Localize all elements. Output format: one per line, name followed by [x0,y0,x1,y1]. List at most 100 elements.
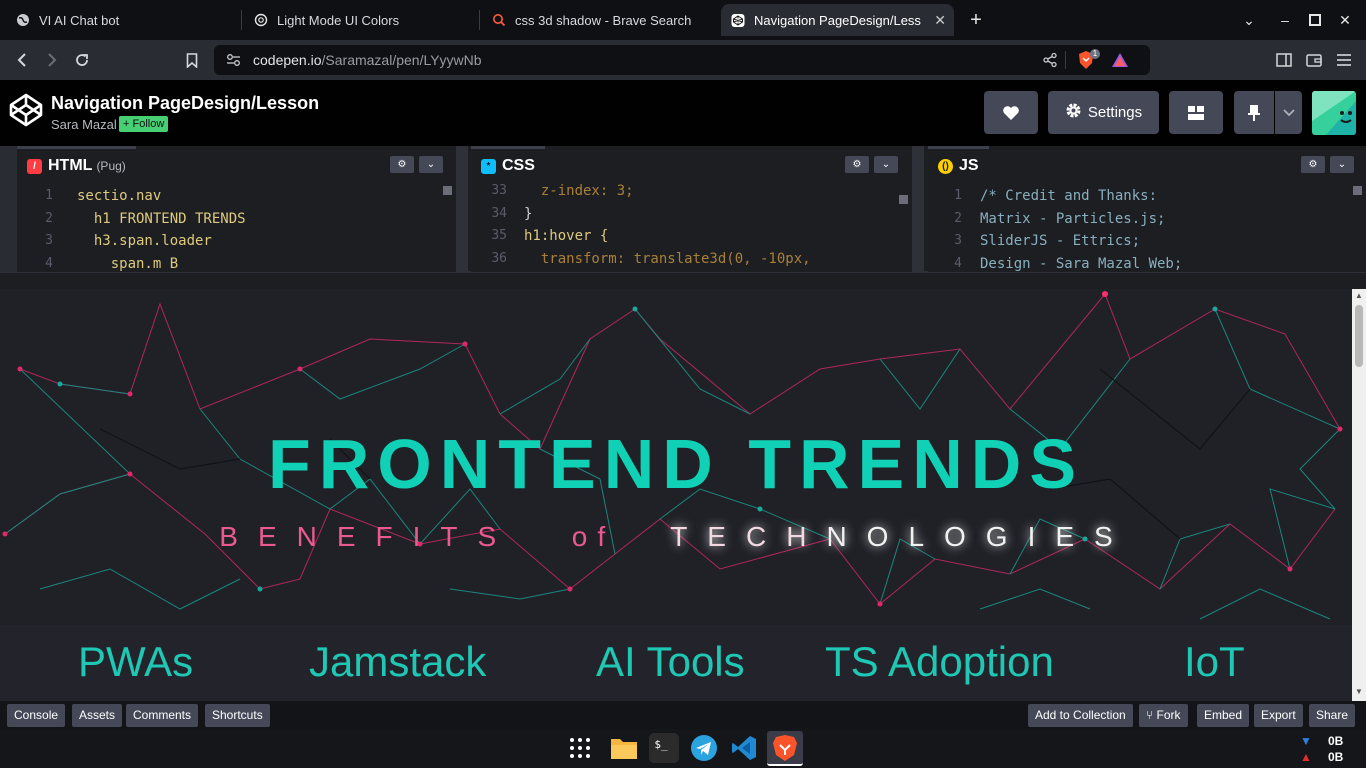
net-down-value: 0B [1328,734,1344,748]
brave-search-icon [492,13,506,27]
html-editor[interactable]: / HTML (Pug) ⚙ ⌄ 1 sectio.nav 2 h1 FRONTE… [17,146,456,272]
follow-button[interactable]: + Follow [119,116,169,132]
code-line: 4 span.m B [17,256,456,272]
browser-tab-4-active[interactable]: Navigation PageDesign/Less ✕ [721,4,954,36]
pen-author[interactable]: Sara Mazal [51,117,117,132]
code-line: 2 h1 FRONTEND TRENDS [17,211,456,233]
js-code[interactable]: 1 /* Credit and Thanks: 2 Matrix - Particl… [928,183,1366,272]
pin-dropdown-button[interactable] [1275,91,1302,134]
forward-icon[interactable] [41,49,63,71]
codepen-logo-icon[interactable] [8,92,44,128]
js-editor[interactable]: () JS ⚙ ⌄ 1 /* Credit and Thanks: 2 Matrix… [928,146,1366,272]
code-text: Design - Sara Mazal Web; [980,256,1183,272]
css-editor-tab[interactable]: * CSS [471,146,545,183]
reload-icon[interactable] [71,49,93,71]
code-line: 3 SliderJS - Ettrics; [928,233,1366,255]
close-tab-icon[interactable]: ✕ [934,12,946,29]
terminal-icon[interactable]: $_ [649,733,679,763]
share-icon[interactable] [1042,52,1058,73]
tab-title: Light Mode UI Colors [277,12,400,28]
share-button[interactable]: Share [1309,704,1356,727]
files-icon[interactable] [609,733,639,763]
scroll-up-icon[interactable]: ▲ [1355,291,1363,300]
nav-link-pwas[interactable]: PWAs [78,638,193,686]
css-settings-gear-icon[interactable]: ⚙ [845,156,869,173]
brave-rewards-icon[interactable] [1111,52,1129,73]
scroll-down-icon[interactable]: ▼ [1355,687,1363,696]
html-collapse-chevron-icon[interactable]: ⌄ [419,156,443,173]
code-text: /* Credit and Thanks: [980,188,1158,204]
code-text: Matrix - Particles.js; [980,211,1166,227]
line-number: 3 [45,233,53,248]
pen-title[interactable]: Navigation PageDesign/Lesson [51,93,319,114]
html-preprocessor-label: (Pug) [96,159,126,173]
css-collapse-chevron-icon[interactable]: ⌄ [874,156,898,173]
js-collapse-chevron-icon[interactable]: ⌄ [1330,156,1354,173]
tab-separator [241,10,242,30]
js-editor-tab[interactable]: () JS [928,146,989,183]
shortcuts-button[interactable]: Shortcuts [205,704,270,727]
html-scrollbar[interactable] [443,186,452,195]
html-code[interactable]: 1 sectio.nav 2 h1 FRONTEND TRENDS 3 h3.sp… [17,183,456,272]
embed-button[interactable]: Embed [1197,704,1250,727]
browser-tab-2[interactable]: Light Mode UI Colors [244,4,476,36]
code-text: sectio.nav [77,188,162,204]
close-window-icon[interactable]: ✕ [1334,9,1356,31]
preview-frame[interactable]: FRONTEND TRENDS BENEFITS of TECHNOLOGIES… [0,289,1352,701]
settings-button[interactable]: Settings [1048,91,1159,134]
user-avatar[interactable] [1312,91,1356,135]
nav-link-ai-tools[interactable]: AI Tools [596,638,745,686]
add-to-collection-button[interactable]: Add to Collection [1028,704,1133,727]
layout-button[interactable] [1169,91,1223,134]
comments-button[interactable]: Comments [126,704,199,727]
html-settings-gear-icon[interactable]: ⚙ [390,156,414,173]
net-up-value: 0B [1328,750,1344,764]
css-code[interactable]: 33 z-index: 3; 34} 35 h1:hover { 36 trans… [471,183,912,272]
minimize-icon[interactable]: – [1274,9,1296,31]
bookmark-icon[interactable] [181,49,203,71]
nav-link-jamstack[interactable]: Jamstack [309,638,486,686]
new-tab-icon[interactable]: + [965,9,987,31]
menu-icon[interactable] [1333,49,1355,71]
editor-resize-gutter[interactable] [912,146,924,272]
shields-count-badge: 1 [1090,49,1100,59]
editor-resize-gutter[interactable] [456,146,468,272]
css-scrollbar[interactable] [899,195,908,204]
gear-icon [1065,102,1082,123]
globe-icon [16,13,30,27]
subtitle-word: TECH [670,521,827,552]
maximize-icon[interactable] [1304,9,1326,31]
browser-tab-1[interactable]: VI AI Chat bot [6,4,238,36]
upload-arrow-icon: ▲ [1300,750,1312,764]
wallet-icon[interactable] [1303,49,1325,71]
tab-list-chevron-icon[interactable]: ⌄ [1238,9,1260,31]
back-icon[interactable] [11,49,33,71]
brave-icon[interactable] [767,731,803,766]
pin-icon [1248,104,1260,121]
codepen-footer: Console Assets Comments Shortcuts Add to… [0,701,1366,729]
preview-scrollbar[interactable]: ▲ ▼ [1352,289,1366,701]
nav-link-ts-adoption[interactable]: TS Adoption [825,638,1054,686]
sidebar-icon[interactable] [1273,49,1295,71]
telegram-icon[interactable] [689,733,719,763]
code-text: h3.span.loader [77,233,212,249]
html-editor-tab[interactable]: / HTML (Pug) [17,146,136,183]
css-editor[interactable]: * CSS ⚙ ⌄ 33 z-index: 3; 34} 35 h1:hover … [471,146,912,272]
like-button[interactable] [984,91,1038,134]
css-editor-controls: ⚙ ⌄ [845,156,898,173]
browser-tab-3[interactable]: css 3d shadow - Brave Search [482,4,718,36]
pin-button[interactable] [1234,91,1274,134]
console-button[interactable]: Console [7,704,66,727]
nav-link-iot[interactable]: IoT [1184,638,1245,686]
site-info-icon[interactable] [226,53,241,72]
vscode-icon[interactable] [729,733,759,763]
scrollbar-thumb[interactable] [1355,305,1363,367]
address-bar[interactable]: codepen.io/Saramazal/pen/LYyywNb 1 [214,45,1150,75]
apps-grid-icon[interactable] [565,733,595,763]
fork-button[interactable]: ⑂ Fork [1139,704,1188,727]
js-settings-gear-icon[interactable]: ⚙ [1301,156,1325,173]
assets-button[interactable]: Assets [72,704,123,727]
export-button[interactable]: Export [1254,704,1303,727]
preview-resize-bar[interactable] [0,272,1366,289]
js-scrollbar[interactable] [1353,186,1362,195]
